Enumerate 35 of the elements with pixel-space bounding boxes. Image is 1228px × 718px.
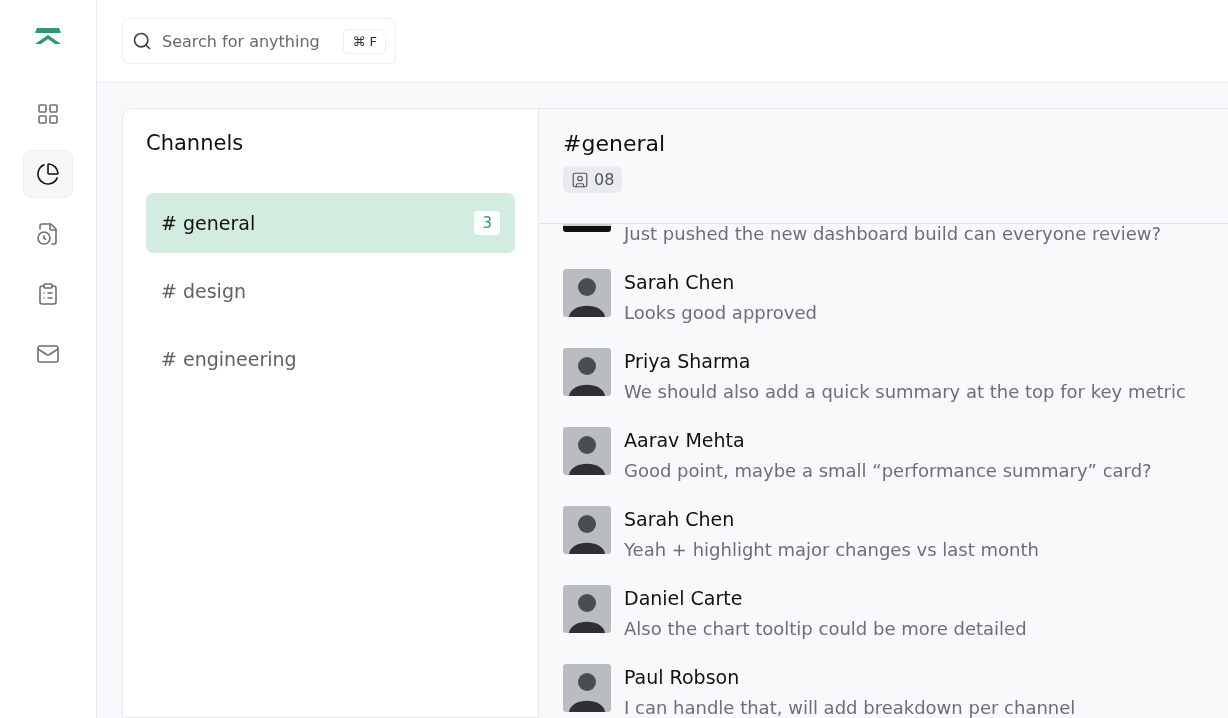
panel-title: Channels <box>146 131 245 155</box>
user-icon <box>571 170 589 189</box>
channel-title: #general <box>563 131 667 156</box>
sender-name: Paul Robson <box>624 665 741 690</box>
message-text: We should also add a quick summary at the top for key metric <box>624 380 1186 404</box>
message-text: Yeah + highlight major changes vs last month <box>624 538 1039 562</box>
clipboard-icon <box>36 282 60 306</box>
channel-item[interactable]: # design <box>146 261 515 321</box>
sender-name: Sarah Chen <box>624 507 736 532</box>
file-clock-icon <box>36 222 60 246</box>
sender-name: Aarav Mehta <box>624 428 746 453</box>
channel-item[interactable]: # general 3 <box>146 193 515 253</box>
message-text: I can handle that, will add breakdown per channel <box>624 696 1076 718</box>
search-input[interactable]: Search for anything <box>160 30 336 52</box>
search-field[interactable]: Search for anything ⌘ F <box>122 18 396 64</box>
message-text: Looks good approved <box>624 301 817 325</box>
shortcut-hint: ⌘ F <box>343 28 386 54</box>
sender-name: Priya Sharma <box>624 349 752 374</box>
channel-name: # design <box>161 280 246 302</box>
member-number: 08 <box>594 170 615 189</box>
channel-name: # general <box>161 212 256 234</box>
grid-icon <box>36 102 60 126</box>
sender-name: Daniel Carte <box>624 586 744 611</box>
message-text: Just pushed the new dashboard build can everyone review? <box>624 224 1162 246</box>
mail-icon <box>36 342 60 366</box>
sender-name: Sarah Chen <box>624 270 736 295</box>
pie-chart-icon <box>36 162 60 186</box>
search-icon <box>132 31 152 51</box>
message-text: Also the chart tooltip could be more detailed <box>624 617 1027 641</box>
nav-button[interactable] <box>23 150 73 198</box>
message-text: Good point, maybe a small “performance summary” card? <box>624 459 1152 483</box>
logo <box>33 26 63 46</box>
unread-count: 3 <box>474 211 500 235</box>
channel-item[interactable]: # engineering <box>146 329 515 389</box>
channel-name: # engineering <box>161 348 297 370</box>
